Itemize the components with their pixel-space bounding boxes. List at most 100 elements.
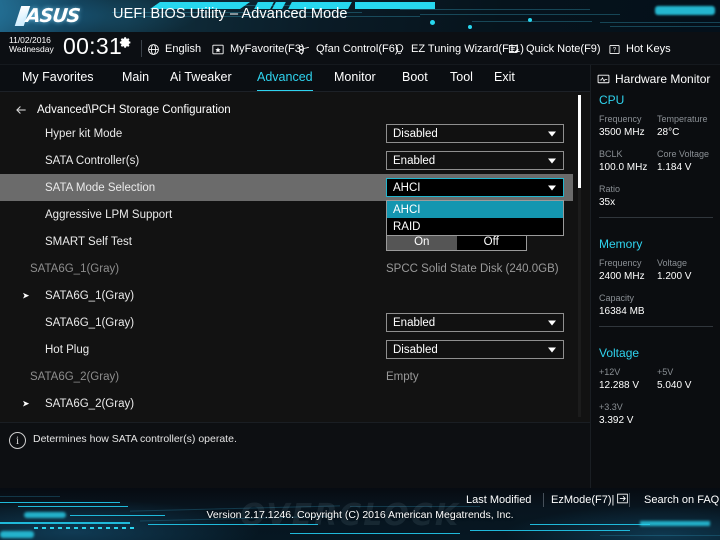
app-title: UEFI BIOS Utility – Advanced Mode [113, 6, 348, 22]
sata-mode-selection-select[interactable]: AHCI [386, 178, 564, 197]
fan-icon [297, 42, 311, 56]
hm-cpu-ratio: Ratio 35x [599, 183, 620, 209]
tool-label: Hot Keys [626, 43, 671, 55]
footer-trace [0, 496, 60, 497]
setting-row-sata6g-2-submenu[interactable]: ➤ SATA6G_2(Gray) [0, 390, 573, 417]
setting-label: SATA6G_1(Gray) [30, 263, 119, 275]
tab-monitor[interactable]: Monitor [334, 70, 376, 91]
footer-last-modified[interactable]: Last Modified [466, 491, 531, 509]
banner-node [468, 25, 472, 29]
tab-main[interactable]: Main [122, 70, 149, 91]
setting-row-hyper-kit-mode[interactable]: Hyper kit Mode Disabled [0, 120, 573, 147]
hardware-monitor-title: Hardware Monitor [615, 72, 710, 86]
banner-trace [355, 2, 435, 9]
tool-quick-note[interactable]: Quick Note(F9) [507, 40, 601, 58]
tool-ez-tuning-wizard[interactable]: EZ Tuning Wizard(F11) [392, 40, 524, 58]
setting-label: SATA6G_2(Gray) [30, 371, 119, 383]
tab-my-favorites[interactable]: My Favorites [22, 70, 94, 91]
hm-divider [599, 326, 713, 327]
footer-ezmode[interactable]: EzMode(F7)| [551, 491, 629, 509]
info-bar: 11/02/2016 Wednesday 00:31 English [0, 32, 720, 65]
footer-trace [290, 533, 460, 534]
setting-row-sata-mode-selection[interactable]: SATA Mode Selection AHCI [0, 174, 573, 201]
footer-trace [18, 506, 128, 507]
setting-label: SATA6G_2(Gray) [45, 398, 134, 410]
footer-glow [0, 531, 34, 538]
setting-row-sata6g-1-enable[interactable]: SATA6G_1(Gray) Enabled [0, 309, 573, 336]
setting-row-sata-controllers[interactable]: SATA Controller(s) Enabled [0, 147, 573, 174]
hm-key: Core Voltage [657, 148, 709, 161]
hardware-monitor-header: Hardware Monitor [597, 70, 710, 88]
banner-trace [610, 26, 720, 27]
banner-node [430, 20, 435, 25]
select-value: AHCI [387, 182, 420, 194]
bios-version-text: Version 2.17.1246. Copyright (C) 2016 Am… [0, 509, 720, 521]
content-scrollbar-thumb[interactable] [578, 95, 581, 188]
setting-readonly-value: Empty [386, 371, 419, 383]
footer-glow [640, 521, 710, 526]
tool-qfan-control[interactable]: Qfan Control(F6) [297, 40, 399, 58]
hot-plug-select[interactable]: Disabled [386, 340, 564, 359]
hm-cpu-frequency: Frequency 3500 MHz [599, 113, 645, 139]
gear-icon[interactable] [119, 36, 132, 49]
setting-label: Aggressive LPM Support [45, 209, 172, 221]
hm-key: Voltage [657, 257, 691, 270]
hm-cpu-temperature: Temperature 28°C [657, 113, 708, 139]
back-arrow-icon[interactable] [14, 103, 28, 117]
footer-trace [148, 524, 318, 525]
hm-memory-capacity: Capacity 16384 MB [599, 292, 645, 318]
submenu-arrow-icon: ➤ [22, 291, 30, 300]
hm-key: BCLK [599, 148, 647, 161]
info-icon: i [9, 432, 26, 449]
footer-trace [0, 522, 130, 524]
hm-cpu-bclk: BCLK 100.0 MHz [599, 148, 647, 174]
tool-hot-keys[interactable]: ? Hot Keys [607, 40, 671, 58]
sata-mode-dropdown-list[interactable]: AHCI RAID [386, 200, 564, 236]
banner-trace [600, 22, 720, 23]
footer-link-label: EzMode(F7)| [551, 494, 614, 506]
tool-myfavorite[interactable]: MyFavorite(F3) [211, 40, 305, 58]
hm-key: +3.3V [599, 401, 633, 414]
banner-glow [655, 6, 715, 15]
setting-row-sata6g-2-info: SATA6G_2(Gray) Empty [0, 363, 573, 390]
dropdown-option-raid[interactable]: RAID [387, 218, 563, 235]
tab-ai-tweaker[interactable]: Ai Tweaker [170, 70, 232, 91]
setting-row-sata6g-1-submenu[interactable]: ➤ SATA6G_1(Gray) [0, 282, 573, 309]
hm-value: 28°C [657, 126, 708, 139]
footer-search-faq[interactable]: Search on FAQ [644, 491, 719, 509]
hm-divider [599, 217, 713, 218]
banner-trace [420, 14, 620, 15]
tab-boot[interactable]: Boot [402, 70, 428, 91]
hm-key: Frequency [599, 113, 645, 126]
help-bar: i Determines how SATA controller(s) oper… [0, 422, 590, 488]
tab-tool[interactable]: Tool [450, 70, 473, 91]
title-banner: ASUS UEFI BIOS Utility – Advanced Mode [0, 0, 720, 32]
setting-label: SATA6G_1(Gray) [45, 290, 134, 302]
help-text: Determines how SATA controller(s) operat… [33, 433, 237, 445]
tab-advanced[interactable]: Advanced [257, 70, 313, 91]
setting-row-hot-plug[interactable]: Hot Plug Disabled [0, 336, 573, 363]
sata-controllers-select[interactable]: Enabled [386, 151, 564, 170]
breadcrumb: Advanced\PCH Storage Configuration [14, 101, 231, 119]
tool-english[interactable]: English [146, 40, 201, 58]
chevron-down-icon [548, 320, 556, 325]
tool-label: Quick Note(F9) [526, 43, 601, 55]
footer-link-label: Search on FAQ [644, 494, 719, 506]
chevron-down-icon [548, 131, 556, 136]
hm-cpu-core-voltage: Core Voltage 1.184 V [657, 148, 709, 174]
monitor-icon [597, 74, 610, 85]
setting-readonly-value: SPCC Solid State Disk (240.0GB) [386, 263, 559, 275]
hm-value: 1.200 V [657, 270, 691, 283]
hm-value: 12.288 V [599, 379, 639, 392]
hm-voltage-5v: +5V 5.040 V [657, 366, 691, 392]
hm-value: 3500 MHz [599, 126, 645, 139]
hm-voltage-12v: +12V 12.288 V [599, 366, 639, 392]
info-divider [141, 40, 142, 57]
sata6g-1-enable-select[interactable]: Enabled [386, 313, 564, 332]
hyper-kit-mode-select[interactable]: Disabled [386, 124, 564, 143]
setting-label: Hyper kit Mode [45, 128, 122, 140]
dropdown-option-ahci[interactable]: AHCI [387, 201, 563, 218]
select-value: Disabled [387, 344, 438, 356]
setting-label: SATA6G_1(Gray) [45, 317, 134, 329]
tab-exit[interactable]: Exit [494, 70, 515, 91]
